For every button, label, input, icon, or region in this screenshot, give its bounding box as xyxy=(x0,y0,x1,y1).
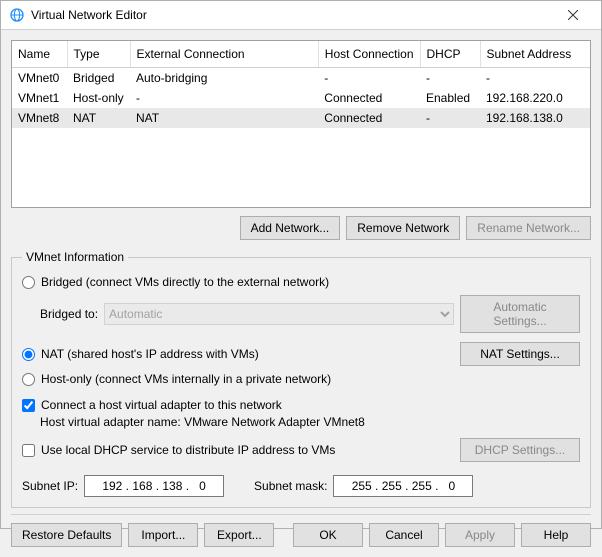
table-row[interactable]: VMnet8 NAT NAT Connected - 192.168.138.0 xyxy=(12,108,590,128)
cell-name: VMnet1 xyxy=(12,88,67,108)
cell-name: VMnet8 xyxy=(12,108,67,128)
hostonly-radio[interactable] xyxy=(22,373,35,386)
cell-type: Host-only xyxy=(67,88,130,108)
col-host[interactable]: Host Connection xyxy=(318,41,420,68)
cell-name: VMnet0 xyxy=(12,68,67,89)
nat-radio[interactable] xyxy=(22,348,35,361)
col-dhcp[interactable]: DHCP xyxy=(420,41,480,68)
table-header-row: Name Type External Connection Host Conne… xyxy=(12,41,590,68)
hostonly-label: Host-only (connect VMs internally in a p… xyxy=(41,372,331,386)
network-buttons-row: Add Network... Remove Network Rename Net… xyxy=(11,216,591,240)
add-network-button[interactable]: Add Network... xyxy=(240,216,341,240)
apply-button[interactable]: Apply xyxy=(445,523,515,547)
remove-network-button[interactable]: Remove Network xyxy=(346,216,460,240)
hostonly-radio-row: Host-only (connect VMs internally in a p… xyxy=(22,369,580,389)
subnet-row: Subnet IP: Subnet mask: xyxy=(22,475,580,497)
app-icon xyxy=(9,7,25,23)
cell-host: - xyxy=(318,68,420,89)
dhcp-settings-button[interactable]: DHCP Settings... xyxy=(460,438,580,462)
automatic-settings-button[interactable]: Automatic Settings... xyxy=(460,295,580,333)
bridged-to-row: Bridged to: Automatic Automatic Settings… xyxy=(22,295,580,333)
network-table: Name Type External Connection Host Conne… xyxy=(11,40,591,208)
vmnet-info-group: VMnet Information Bridged (connect VMs d… xyxy=(11,250,591,508)
cell-ext: NAT xyxy=(130,108,318,128)
import-button[interactable]: Import... xyxy=(128,523,198,547)
host-adapter-name: Host virtual adapter name: VMware Networ… xyxy=(22,415,580,429)
bridged-label: Bridged (connect VMs directly to the ext… xyxy=(41,275,329,289)
cell-type: Bridged xyxy=(67,68,130,89)
content-area: Name Type External Connection Host Conne… xyxy=(1,30,601,557)
bridged-radio-row: Bridged (connect VMs directly to the ext… xyxy=(22,272,580,292)
table-row[interactable]: VMnet1 Host-only - Connected Enabled 192… xyxy=(12,88,590,108)
window-title: Virtual Network Editor xyxy=(31,8,553,22)
virtual-network-editor-window: Virtual Network Editor Name Type Externa… xyxy=(0,0,602,529)
use-dhcp-label: Use local DHCP service to distribute IP … xyxy=(41,443,335,457)
connect-adapter-label: Connect a host virtual adapter to this n… xyxy=(41,398,282,412)
bridged-radio[interactable] xyxy=(22,276,35,289)
ok-button[interactable]: OK xyxy=(293,523,363,547)
cell-type: NAT xyxy=(67,108,130,128)
cell-ext: Auto-bridging xyxy=(130,68,318,89)
col-type[interactable]: Type xyxy=(67,41,130,68)
cell-host: Connected xyxy=(318,108,420,128)
cell-ext: - xyxy=(130,88,318,108)
cell-dhcp: - xyxy=(420,108,480,128)
vmnet-info-legend: VMnet Information xyxy=(22,250,128,264)
cell-subnet: 192.168.220.0 xyxy=(480,88,590,108)
nat-radio-row: NAT (shared host's IP address with VMs) … xyxy=(22,339,580,369)
cell-dhcp: - xyxy=(420,68,480,89)
connect-adapter-checkbox[interactable] xyxy=(22,399,35,412)
col-name[interactable]: Name xyxy=(12,41,67,68)
cell-dhcp: Enabled xyxy=(420,88,480,108)
export-button[interactable]: Export... xyxy=(204,523,274,547)
cell-host: Connected xyxy=(318,88,420,108)
cell-subnet: - xyxy=(480,68,590,89)
subnet-ip-label: Subnet IP: xyxy=(22,479,78,493)
col-subnet[interactable]: Subnet Address xyxy=(480,41,590,68)
table-row[interactable]: VMnet0 Bridged Auto-bridging - - - xyxy=(12,68,590,89)
nat-label: NAT (shared host's IP address with VMs) xyxy=(41,347,259,361)
restore-defaults-button[interactable]: Restore Defaults xyxy=(11,523,122,547)
connect-adapter-row: Connect a host virtual adapter to this n… xyxy=(22,395,580,415)
close-button[interactable] xyxy=(553,1,593,29)
subnet-mask-label: Subnet mask: xyxy=(254,479,327,493)
cell-subnet: 192.168.138.0 xyxy=(480,108,590,128)
subnet-mask-input[interactable] xyxy=(333,475,473,497)
bridged-to-label: Bridged to: xyxy=(40,307,98,321)
dialog-footer: Restore Defaults Import... Export... OK … xyxy=(11,514,591,547)
rename-network-button[interactable]: Rename Network... xyxy=(466,216,591,240)
subnet-ip-input[interactable] xyxy=(84,475,224,497)
nat-settings-button[interactable]: NAT Settings... xyxy=(460,342,580,366)
help-button[interactable]: Help xyxy=(521,523,591,547)
bridged-to-select[interactable]: Automatic xyxy=(104,303,454,325)
use-dhcp-checkbox[interactable] xyxy=(22,444,35,457)
col-ext[interactable]: External Connection xyxy=(130,41,318,68)
use-dhcp-row: Use local DHCP service to distribute IP … xyxy=(22,435,580,465)
cancel-button[interactable]: Cancel xyxy=(369,523,439,547)
titlebar: Virtual Network Editor xyxy=(1,1,601,30)
